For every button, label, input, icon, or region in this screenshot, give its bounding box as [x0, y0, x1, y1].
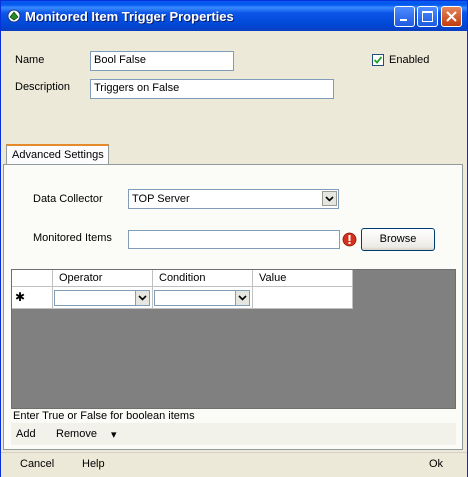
dropdown-button[interactable] [322, 191, 337, 206]
chevron-down-icon [325, 196, 334, 202]
column-header-value[interactable]: Value [253, 270, 353, 287]
condition-select[interactable] [154, 290, 250, 306]
row-header[interactable]: ✱ [12, 287, 53, 309]
cancel-button[interactable]: Cancel [20, 458, 54, 470]
column-header-operator[interactable]: Operator [53, 270, 153, 287]
enabled-label: Enabled [389, 54, 430, 66]
description-field[interactable]: Triggers on False [90, 79, 334, 99]
dropdown-button[interactable] [235, 291, 249, 305]
browse-label: Browse [379, 233, 417, 245]
footer-bar: Cancel Help Ok [1, 452, 467, 477]
minimize-icon [400, 19, 407, 21]
checkmark-icon [373, 56, 383, 64]
monitored-items-label: Monitored Items [33, 232, 112, 244]
remove-dropdown-icon[interactable]: ▾ [111, 428, 117, 441]
condition-cell[interactable] [153, 287, 253, 309]
minimize-button[interactable] [394, 6, 415, 27]
description-label: Description [15, 81, 71, 93]
dropdown-button[interactable] [135, 291, 149, 305]
tab-advanced-settings[interactable]: Advanced Settings [6, 144, 109, 165]
trigger-grid: Operator Condition Value ✱ [11, 269, 456, 409]
grid-corner-header [12, 270, 53, 287]
chevron-down-icon [238, 295, 247, 301]
close-button[interactable] [441, 6, 462, 27]
new-row-icon: ✱ [15, 290, 26, 304]
monitored-items-field[interactable] [128, 230, 340, 249]
remove-button[interactable]: Remove [56, 428, 97, 440]
column-header-condition[interactable]: Condition [153, 270, 253, 287]
name-field[interactable]: Bool False [90, 51, 234, 71]
value-cell[interactable] [253, 287, 353, 309]
title-bar[interactable]: Monitored Item Trigger Properties [1, 1, 467, 31]
browse-button[interactable]: Browse [361, 228, 435, 251]
help-button[interactable]: Help [82, 458, 105, 470]
window-title: Monitored Item Trigger Properties [25, 9, 234, 24]
operator-select[interactable] [54, 290, 150, 306]
enabled-checkbox[interactable] [372, 54, 384, 66]
app-icon [7, 9, 21, 23]
dialog-window: Monitored Item Trigger Properties Name B… [0, 0, 468, 477]
operator-cell[interactable] [53, 287, 153, 309]
data-collector-value: TOP Server [132, 193, 190, 205]
ok-button[interactable]: Ok [429, 458, 443, 470]
add-button[interactable]: Add [16, 428, 36, 440]
name-label: Name [15, 54, 45, 66]
maximize-icon [422, 11, 433, 22]
error-icon [342, 232, 357, 247]
tab-label: Advanced Settings [12, 149, 104, 161]
grid-toolbar: Add Remove ▾ [11, 423, 456, 445]
general-section: Name Bool False Description Triggers on … [1, 31, 467, 143]
hint-text: Enter True or False for boolean items [13, 410, 195, 422]
chevron-down-icon [138, 295, 147, 301]
maximize-button[interactable] [417, 6, 438, 27]
data-collector-label: Data Collector [33, 193, 103, 205]
data-collector-select[interactable]: TOP Server [128, 189, 339, 209]
close-icon [446, 11, 457, 22]
